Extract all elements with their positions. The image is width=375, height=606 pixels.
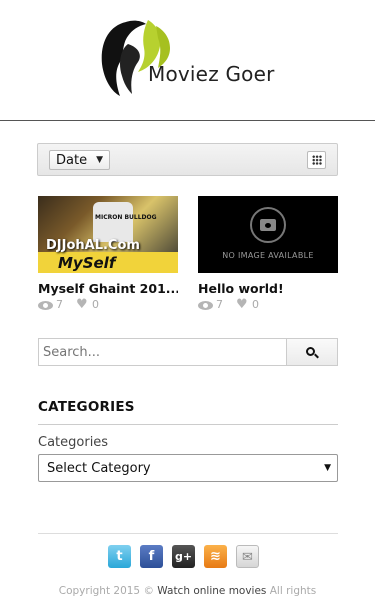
post-title[interactable]: Hello world! [198,281,338,296]
copyright-prefix: Copyright 2015 © [58,585,154,597]
heart-icon[interactable]: ♥ [236,297,248,312]
post-meta: 7 ♥ 0 [198,297,338,312]
thumbnail-watermark: DJJohAL.Com [46,238,140,253]
filter-bar: Date ▼ [37,143,338,176]
like-count: 0 [92,298,99,311]
grid-icon [312,155,322,165]
copyright-suffix: All rights [269,585,317,597]
caret-down-icon: ▼ [96,155,103,165]
post-thumbnail[interactable]: MICRON BULLDOG DJJohAL.Com MySelf [38,196,178,273]
thumbnail-overlay-text: MySelf [58,254,116,272]
post-meta: 7 ♥ 0 [38,297,178,312]
email-icon[interactable]: ✉ [236,545,259,568]
sort-select[interactable]: Date ▼ [49,150,110,170]
rss-icon[interactable]: ≋ [204,545,227,568]
category-select-value: Select Category [47,461,151,476]
caret-down-icon: ▼ [324,463,331,473]
site-link[interactable]: Watch online movies [157,585,266,597]
facebook-icon[interactable]: f [140,545,163,568]
sort-select-value: Date [56,153,88,168]
view-count: 7 [216,298,223,311]
divider [38,533,338,534]
site-header: Moviez Goer [0,0,375,121]
search-form [38,338,338,366]
twitter-icon[interactable]: t [108,545,131,568]
logo-text: Moviez Goer [148,62,275,86]
copyright: Copyright 2015 © Watch online movies All… [0,585,375,597]
post-title[interactable]: Myself Ghaint 201... [38,281,178,296]
search-input[interactable] [38,338,287,366]
camera-lens [264,222,272,229]
category-select[interactable]: Select Category ▼ [38,454,338,482]
search-icon-handle [314,353,319,359]
no-image-text: NO IMAGE AVAILABLE [222,251,314,260]
thumbnail-shirt-text: MICRON BULLDOG [95,214,157,221]
view-count: 7 [56,298,63,311]
post-card[interactable]: NO IMAGE AVAILABLE Hello world! 7 ♥ 0 [198,196,338,312]
like-count: 0 [252,298,259,311]
eye-icon [198,301,213,310]
search-button[interactable] [286,338,338,366]
thumbnail-shirt-graphic [93,202,133,242]
post-thumbnail[interactable]: NO IMAGE AVAILABLE [198,196,338,273]
grid-view-toggle[interactable] [307,151,326,169]
heart-icon[interactable]: ♥ [76,297,88,312]
categories-label: Categories [38,435,109,450]
post-card[interactable]: MICRON BULLDOG DJJohAL.Com MySelf Myself… [38,196,178,312]
categories-heading: CATEGORIES [38,399,135,415]
google-plus-icon[interactable]: g+ [172,545,195,568]
eye-icon [38,301,53,310]
divider [38,424,338,425]
